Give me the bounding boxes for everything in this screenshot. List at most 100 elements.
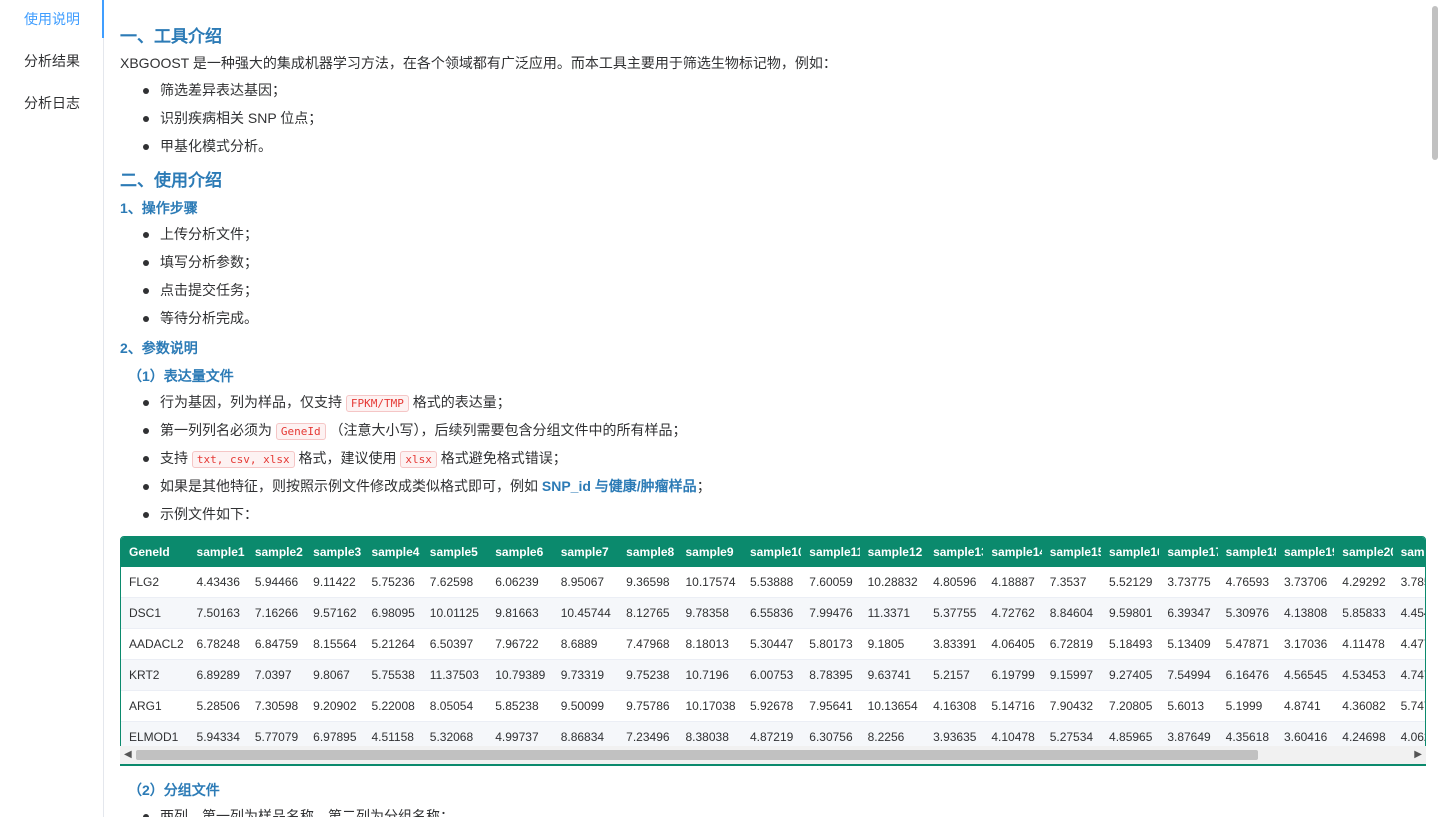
- list-item: 识别疾病相关 SNP 位点；: [142, 104, 322, 132]
- table-cell: 4.74735: [1392, 659, 1425, 691]
- table-header-row: GeneId sample1 sample2 sample3 sample4 sample…: [121, 537, 1425, 567]
- table-header-cell: sample9: [677, 537, 742, 567]
- table-cell: 4.56545: [1275, 659, 1335, 691]
- table-cell: 5.22008: [363, 690, 422, 722]
- intro-text: XBGOOST 是一种强大的集成机器学习方法，在各个领域都有广泛应用。而本工具主…: [120, 55, 837, 71]
- list-item: 甲基化模式分析。: [142, 132, 322, 160]
- table-cell: 3.78556: [1392, 567, 1425, 598]
- code-geneid: GeneId: [275, 423, 326, 440]
- table-cell: 4.13808: [1275, 597, 1335, 629]
- table-cell: 5.28506: [188, 690, 247, 722]
- list-item: 筛选差异表达基因；: [142, 76, 322, 104]
- table-cell: 9.78358: [677, 597, 742, 629]
- table-header-cell: sample12: [859, 537, 926, 567]
- table-cell: 5.1999: [1217, 690, 1276, 722]
- table-cell: AADACL2: [121, 628, 189, 660]
- table-header-cell: sample6: [487, 537, 553, 567]
- page-vertical-scrollbar[interactable]: [1429, 0, 1441, 817]
- table-cell: 3.17036: [1275, 628, 1335, 660]
- table-cell: 5.21264: [363, 628, 422, 660]
- table-cell: 4.29292: [1334, 567, 1393, 598]
- section-title-intro: 一、工具介绍: [120, 27, 222, 46]
- expr-file-list: 行为基因，列为样品，仅支持 FPKM/TMP 格式的表达量； 第一列列名必须为 …: [120, 388, 711, 528]
- table-cell: 6.72819: [1041, 628, 1102, 660]
- params-title: 2、参数说明: [120, 340, 198, 356]
- text-fragment: 格式的表达量；: [412, 394, 511, 410]
- table-cell: 8.12765: [618, 597, 678, 629]
- table-header-cell: sample8: [618, 537, 678, 567]
- table-cell: 9.75786: [618, 690, 678, 722]
- table-cell: 4.11478: [1334, 628, 1393, 660]
- table-cell: 5.30447: [741, 628, 802, 660]
- table-cell: 5.37755: [925, 597, 984, 629]
- scroll-left-icon[interactable]: ◀: [124, 749, 132, 760]
- table-header-cell: sample21: [1392, 537, 1425, 567]
- table-body: FLG2 4.43436 5.94466 9.11422 5.75236 7.62598 6…: [121, 567, 1425, 753]
- table-cell: 6.39347: [1159, 597, 1218, 629]
- table-cell: 4.53453: [1334, 659, 1393, 691]
- table-cell: 5.47871: [1217, 628, 1276, 660]
- scroll-right-icon[interactable]: ▶: [1414, 749, 1422, 760]
- table-cell: 7.0397: [246, 659, 306, 691]
- highlight-text: SNP_id 与健康/肿瘤样品: [541, 478, 697, 494]
- table-cell: 8.95067: [552, 567, 619, 598]
- table-cell: 8.6889: [552, 628, 619, 660]
- table-cell: 4.45471: [1392, 597, 1425, 629]
- table-cell: 3.73775: [1159, 567, 1218, 598]
- table-cell: 9.57162: [305, 597, 364, 629]
- table-cell: 4.18887: [983, 567, 1042, 598]
- table-horizontal-scrollbar[interactable]: ◀ ▶: [120, 746, 1426, 766]
- table-cell: 7.95641: [801, 690, 860, 722]
- table-cell: 9.50099: [552, 690, 619, 722]
- table-row: ARG1 5.28506 7.30598 9.20902 5.22008 8.05054 5…: [121, 690, 1425, 722]
- table-cell: 10.17038: [677, 690, 742, 722]
- table-cell: 6.00753: [741, 659, 802, 691]
- table-cell: FLG2: [121, 567, 189, 598]
- table-cell: 5.92678: [741, 690, 802, 722]
- table-cell: 9.36598: [618, 567, 678, 598]
- table-cell: 9.8067: [305, 659, 364, 691]
- table-cell: 10.28832: [859, 567, 926, 598]
- table-header-cell: sample17: [1159, 537, 1218, 567]
- table-cell: 8.15564: [305, 628, 364, 660]
- text-fragment: 第一列列名必须为: [160, 422, 272, 438]
- table-cell: 6.78248: [188, 628, 247, 660]
- list-item: 如果是其他特征，则按照示例文件修改成类似格式即可，例如 SNP_id 与健康/肿…: [143, 472, 711, 500]
- scrollbar-thumb[interactable]: [1432, 6, 1438, 160]
- list-item: 支持 txt, csv, xlsx 格式，建议使用 xlsx 格式避免格式错误；: [143, 444, 711, 472]
- use-case-list: 筛选差异表达基因； 识别疾病相关 SNP 位点； 甲基化模式分析。: [120, 76, 322, 160]
- nav-usage[interactable]: 使用说明: [0, 0, 104, 42]
- table-header-cell: sample20: [1334, 537, 1393, 567]
- list-item: 上传分析文件；: [143, 220, 258, 248]
- nav-results[interactable]: 分析结果: [0, 42, 103, 84]
- main-content: 一、工具介绍 XBGOOST 是一种强大的集成机器学习方法，在各个领域都有广泛应…: [104, 0, 1428, 817]
- table-cell: 9.75238: [618, 659, 678, 691]
- table-cell: 5.85238: [487, 690, 553, 722]
- text-fragment: 格式避免格式错误；: [440, 450, 567, 466]
- table-cell: 5.2157: [925, 659, 984, 691]
- text-fragment: 行为基因，列为样品，仅支持: [160, 394, 342, 410]
- table-header-cell: sample7: [552, 537, 619, 567]
- table-cell: 10.13654: [859, 690, 926, 722]
- table-cell: 7.3537: [1041, 567, 1102, 598]
- example-table-container[interactable]: GeneId sample1 sample2 sample3 sample4 sample…: [120, 536, 1426, 766]
- table-cell: 5.74759: [1392, 690, 1425, 722]
- list-item: 两列，第一列为样品名称，第二列为分组名称；: [143, 802, 454, 817]
- text-fragment: （注意大小写），后续列需要包含分组文件中的所有样品；: [329, 422, 687, 438]
- table-cell: 4.76593: [1217, 567, 1276, 598]
- table-header-cell: sample1: [188, 537, 247, 567]
- text-fragment: 格式，建议使用: [298, 450, 397, 466]
- text-fragment: 如果是其他特征，则按照示例文件修改成类似格式即可，例如: [160, 478, 538, 494]
- table-cell: 5.75236: [363, 567, 422, 598]
- table-cell: 5.6013: [1159, 690, 1218, 722]
- nav-log[interactable]: 分析日志: [0, 84, 103, 126]
- table-cell: 5.85833: [1334, 597, 1393, 629]
- scrollbar-thumb[interactable]: [136, 750, 1258, 760]
- table-row: FLG2 4.43436 5.94466 9.11422 5.75236 7.62598 6…: [121, 567, 1425, 598]
- table-cell: 11.3371: [859, 597, 926, 629]
- table-cell: 9.73319: [552, 659, 619, 691]
- table-cell: ARG1: [121, 690, 189, 722]
- table-cell: 6.55836: [741, 597, 802, 629]
- table-cell: 3.83391: [925, 628, 984, 660]
- code-xlsx: xlsx: [400, 451, 437, 468]
